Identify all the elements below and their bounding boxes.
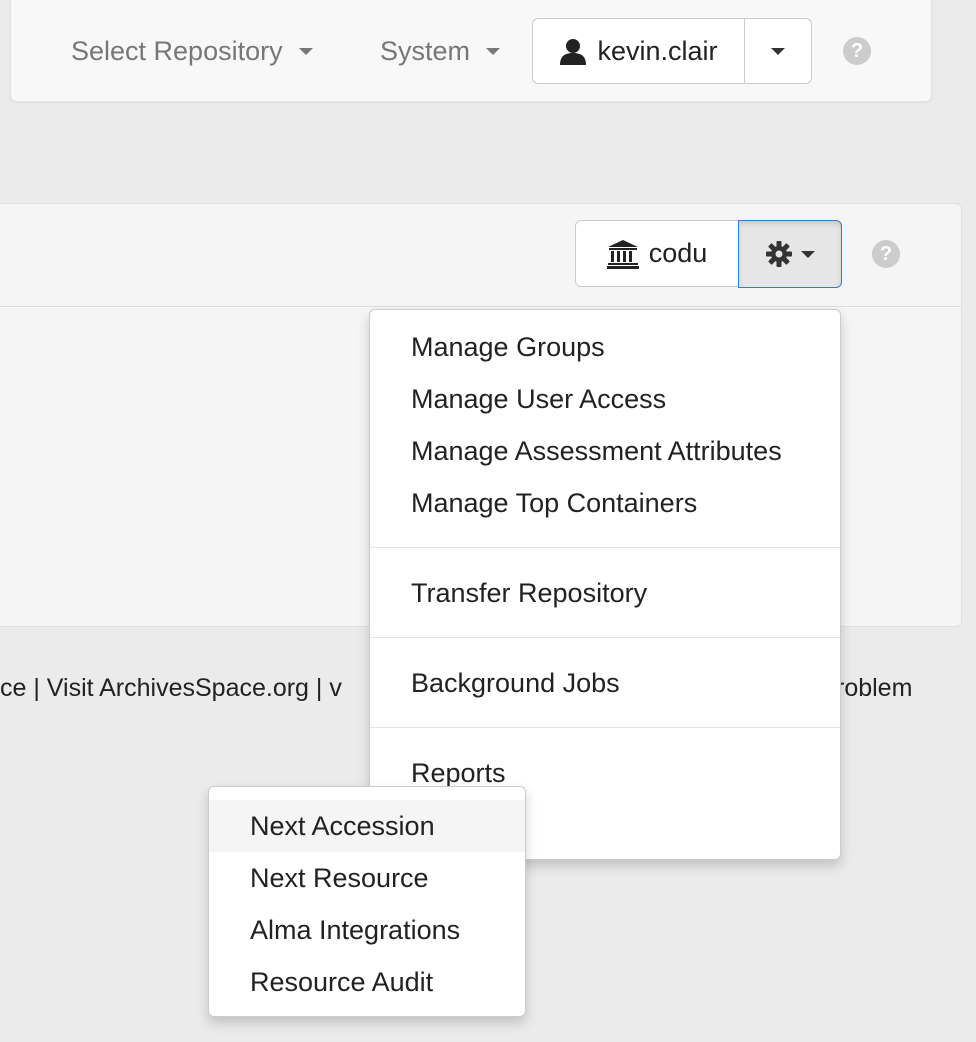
select-repository-label: Select Repository (71, 36, 283, 66)
repository-code: codu (648, 238, 708, 268)
menu-divider (370, 547, 840, 548)
menu-item-manage-user-access[interactable]: Manage User Access (411, 384, 666, 415)
institution-icon (606, 239, 639, 269)
menu-item-transfer-repository[interactable]: Transfer Repository (411, 578, 647, 609)
repository-settings-button[interactable] (738, 220, 842, 288)
menu-item-background-jobs[interactable]: Background Jobs (411, 668, 620, 699)
user-icon (560, 39, 587, 65)
chevron-down-icon (801, 250, 815, 258)
repository-settings-dropdown: Manage Groups Manage User Access Manage … (369, 309, 841, 860)
submenu-item-resource-audit[interactable]: Resource Audit (209, 956, 525, 1008)
menu-item-manage-groups[interactable]: Manage Groups (411, 332, 605, 363)
username-label: kevin.clair (597, 35, 718, 66)
chevron-down-icon (771, 47, 785, 55)
system-label: System (380, 36, 471, 66)
system-menu[interactable]: System (380, 36, 501, 67)
submenu-item-alma-integrations[interactable]: Alma Integrations (209, 904, 525, 956)
footer-links: ce | Visit ArchivesSpace.org | v (0, 674, 342, 702)
chevron-down-icon (298, 48, 313, 55)
menu-divider (370, 727, 840, 728)
help-icon[interactable]: ? (843, 37, 871, 65)
user-menu-button[interactable]: kevin.clair (532, 18, 745, 84)
reports-submenu: Next Accession Next Resource Alma Integr… (208, 786, 526, 1017)
menu-item-reports[interactable]: Reports (411, 758, 506, 789)
repository-help-icon[interactable]: ? (872, 240, 900, 268)
menu-item-manage-top-containers[interactable]: Manage Top Containers (411, 488, 697, 519)
submenu-item-next-accession[interactable]: Next Accession (209, 800, 525, 852)
chevron-down-icon (486, 48, 501, 55)
help-glyph: ? (850, 39, 864, 62)
gear-icon (766, 241, 792, 267)
user-dropdown-toggle[interactable] (745, 18, 812, 84)
help-glyph: ? (879, 242, 893, 265)
repository-button[interactable]: codu (575, 220, 739, 287)
submenu-item-next-resource[interactable]: Next Resource (209, 852, 525, 904)
select-repository-menu[interactable]: Select Repository (71, 36, 313, 67)
menu-item-manage-assessment-attributes[interactable]: Manage Assessment Attributes (411, 436, 782, 467)
footer-report-problem[interactable]: roblem (836, 674, 912, 703)
top-navbar: Select Repository System kevin.clair ? (10, 0, 932, 102)
menu-divider (370, 637, 840, 638)
